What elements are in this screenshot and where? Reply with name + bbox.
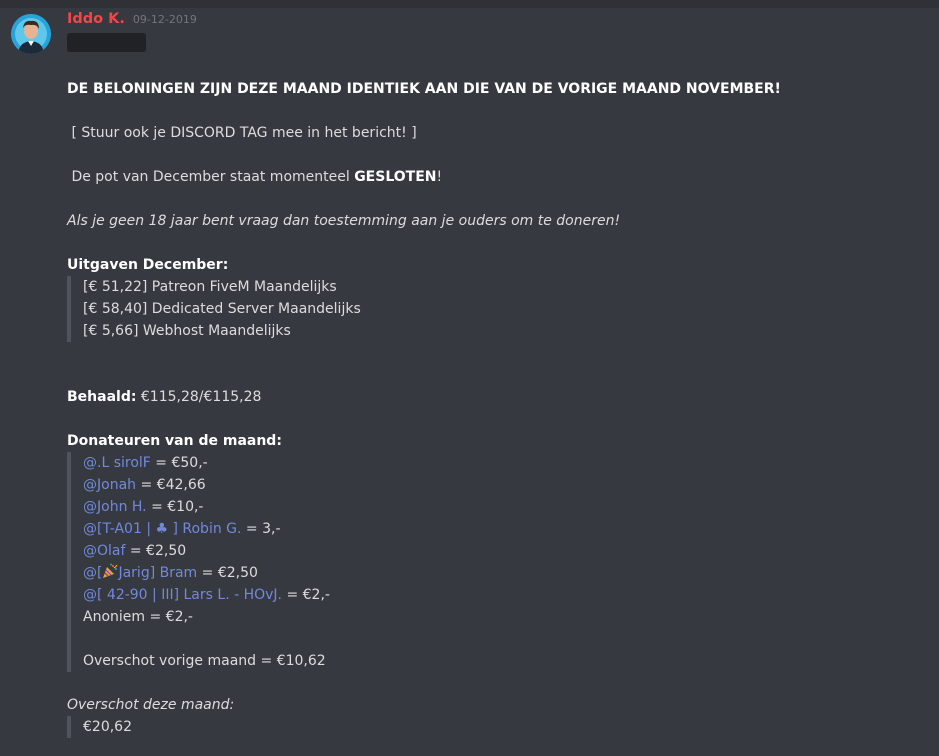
anonymous-donor: Anoniem = €2,- (83, 609, 193, 625)
surplus-title: Overschot deze maand: (67, 697, 235, 713)
achieved-label: Behaald: (67, 389, 137, 405)
donors-quote: @.L sirolF = €50,- @Jonah = €42,66 @John… (67, 452, 927, 672)
achieved-value: €115,28/€115,28 (136, 389, 262, 405)
donor-mention[interactable]: @.L sirolF (83, 455, 151, 471)
age-note: Als je geen 18 jaar bent vraag dan toest… (67, 213, 621, 229)
pot-status-line: De pot van December staat momenteel GESL… (71, 169, 443, 185)
surplus-previous: Overschot vorige maand = €10,62 (83, 653, 326, 669)
donor-mention[interactable]: @[T-A01 | ♣ ] Robin G. (83, 521, 241, 537)
chat-message: Iddo K. 09-12-2019 DE BELONINGEN ZIJN DE… (0, 8, 939, 748)
expenses-quote: [€ 51,22] Patreon FiveM Maandelijks [€ 5… (67, 276, 927, 342)
message-header: Iddo K. 09-12-2019 (67, 11, 197, 33)
headline: DE BELONINGEN ZIJN DEZE MAAND IDENTIEK A… (67, 81, 781, 97)
pot-status: GESLOTEN (354, 169, 437, 185)
donor-mention[interactable]: @[Jarig] Bram (83, 563, 197, 581)
donor-item: @[T-A01 | ♣ ] Robin G. = 3,- (83, 521, 281, 537)
achieved-line: Behaald: €115,28/€115,28 (67, 386, 927, 408)
surplus-value: €20,62 (83, 719, 132, 735)
user-avatar[interactable] (11, 14, 51, 54)
donor-item: @.L sirolF = €50,- (83, 455, 208, 471)
donor-item: @[Jarig] Bram = €2,50 (83, 563, 258, 581)
message-timestamp: 09-12-2019 (132, 13, 197, 26)
donor-item: @[ 42-90 | III] Lars L. - HOvJ. = €2,- (83, 587, 330, 603)
party-popper-icon (103, 563, 118, 578)
expenses-title: Uitgaven December: (67, 257, 229, 273)
donor-mention[interactable]: @John H. (83, 499, 147, 515)
donor-mention[interactable]: @Olaf (83, 543, 125, 559)
cutoff-text (67, 749, 127, 756)
author-name[interactable]: Iddo K. (67, 11, 125, 27)
donors-title: Donateuren van de maand: (67, 433, 282, 449)
top-bar (0, 0, 939, 8)
message-content: DE BELONINGEN ZIJN DEZE MAAND IDENTIEK A… (67, 78, 927, 738)
expense-item: [€ 51,22] Patreon FiveM Maandelijks (83, 279, 337, 295)
expense-item: [€ 5,66] Webhost Maandelijks (83, 323, 291, 339)
donor-item: @Olaf = €2,50 (83, 543, 187, 559)
redacted-role-block (67, 33, 146, 52)
expense-item: [€ 58,40] Dedicated Server Maandelijks (83, 301, 361, 317)
donor-mention[interactable]: @Jonah (83, 477, 136, 493)
donor-mention[interactable]: @[ 42-90 | III] Lars L. - HOvJ. (83, 587, 282, 603)
surplus-quote: €20,62 (67, 716, 927, 738)
discord-tag-note: [ Stuur ook je DISCORD TAG mee in het be… (71, 125, 417, 141)
donor-item: @John H. = €10,- (83, 499, 204, 515)
donor-item: @Jonah = €42,66 (83, 477, 206, 493)
